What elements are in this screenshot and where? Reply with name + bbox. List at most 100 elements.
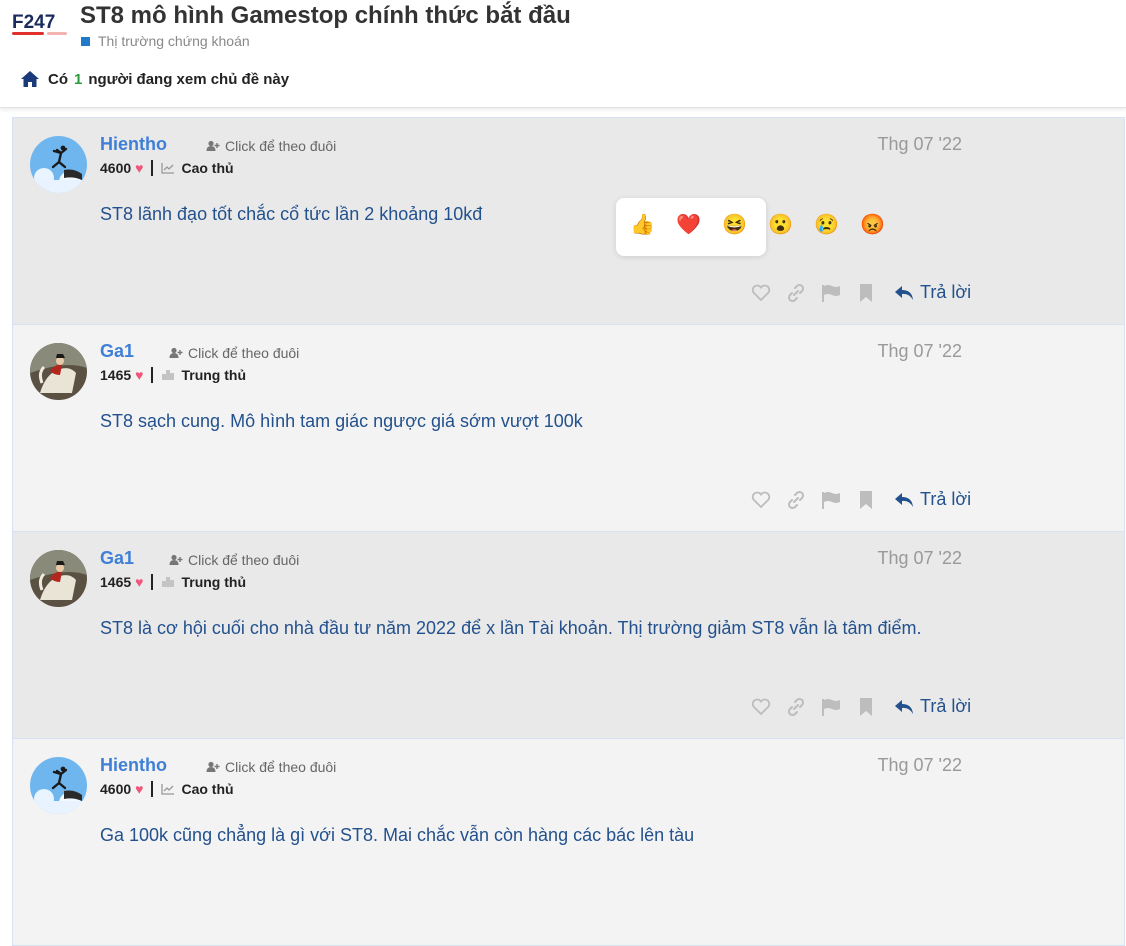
avatar-image: [30, 136, 87, 193]
points-value: 1465: [100, 367, 132, 383]
heart-icon: ♥: [135, 367, 144, 383]
follow-button[interactable]: Click để theo đuôi: [206, 138, 336, 154]
heart-outline-icon: [751, 491, 771, 508]
follow-label: Click để theo đuôi: [225, 138, 337, 154]
heart-icon: ♥: [135, 574, 144, 590]
flag-button[interactable]: [821, 283, 841, 303]
heart-icon: ♥: [135, 781, 144, 797]
bookmark-icon: [860, 283, 872, 302]
viewers-count: 1: [74, 70, 83, 88]
divider: [151, 160, 154, 176]
heart-outline-icon: [751, 698, 771, 715]
avatar-image: [30, 757, 87, 814]
viewers-suffix: người đang xem chủ đề này: [88, 70, 290, 88]
post-content: ST8 là cơ hội cuối cho nhà đầu tư năm 20…: [100, 618, 922, 638]
rank-label: Trung thủ: [181, 574, 247, 590]
bookmark-icon: [860, 490, 872, 509]
chart-trend-icon: [161, 784, 175, 795]
post-date[interactable]: Thg 07 '22: [878, 134, 963, 155]
sad-reaction[interactable]: 😢: [814, 214, 839, 236]
like-button[interactable]: [751, 490, 771, 510]
reply-button[interactable]: Trả lời: [894, 696, 971, 717]
follow-button[interactable]: Click để theo đuôi: [169, 552, 299, 568]
category-label[interactable]: Thị trường chứng khoán: [98, 33, 250, 49]
username[interactable]: Ga1: [100, 548, 134, 569]
link-icon: [787, 283, 805, 302]
rank-badge-icon: [162, 577, 175, 587]
heart-outline-icon: [751, 284, 771, 301]
f247-logo[interactable]: F247: [11, 10, 73, 40]
avatar[interactable]: [30, 343, 87, 400]
follow-label: Click để theo đuôi: [188, 345, 300, 361]
post: Hientho Click để theo đuôi 4600 ♥ Cao th…: [12, 117, 1125, 325]
rank-label: Cao thủ: [181, 781, 234, 797]
follow-button[interactable]: Click để theo đuôi: [169, 345, 299, 361]
add-user-icon: [206, 140, 220, 151]
username[interactable]: Hientho: [100, 755, 167, 776]
heart-reaction[interactable]: ❤️: [676, 214, 701, 236]
topic-category[interactable]: Thị trường chứng khoán: [81, 33, 250, 49]
avatar-image: [30, 343, 87, 400]
svg-text:F247: F247: [12, 12, 55, 33]
topic-header: F247 ST8 mô hình Gamestop chính thức bắt…: [0, 0, 1126, 108]
reply-icon: [895, 699, 913, 714]
reply-button[interactable]: Trả lời: [894, 282, 971, 303]
post-content: ST8 sạch cung. Mô hình tam giác ngược gi…: [100, 411, 583, 431]
flag-icon: [822, 491, 840, 509]
post-date[interactable]: Thg 07 '22: [878, 341, 963, 362]
rank-label: Cao thủ: [181, 160, 234, 176]
user-stats: 1465 ♥ Trung thủ: [100, 574, 246, 590]
avatar[interactable]: [30, 550, 87, 607]
divider: [151, 367, 154, 383]
username[interactable]: Hientho: [100, 134, 167, 155]
post-content: Ga 100k cũng chẳng là gì với ST8. Mai ch…: [100, 825, 695, 845]
username[interactable]: Ga1: [100, 341, 134, 362]
thumbs-up-reaction[interactable]: 👍: [630, 214, 655, 236]
home-icon[interactable]: [20, 70, 40, 88]
post-stream: Hientho Click để theo đuôi 4600 ♥ Cao th…: [12, 117, 1125, 946]
user-stats: 4600 ♥ Cao thủ: [100, 781, 234, 797]
divider: [151, 781, 154, 797]
bookmark-button[interactable]: [856, 490, 876, 510]
like-button[interactable]: [751, 697, 771, 717]
laugh-reaction[interactable]: 😆: [722, 214, 747, 236]
angry-reaction[interactable]: 😡: [860, 214, 885, 236]
post-date[interactable]: Thg 07 '22: [878, 548, 963, 569]
post-date[interactable]: Thg 07 '22: [878, 755, 963, 776]
points-value: 4600: [100, 781, 132, 797]
share-link-button[interactable]: [786, 490, 806, 510]
follow-label: Click để theo đuôi: [225, 759, 337, 775]
viewers-indicator: Có 1 người đang xem chủ đề này: [20, 70, 289, 88]
reply-button[interactable]: Trả lời: [894, 489, 971, 510]
add-user-icon: [206, 761, 220, 772]
follow-button[interactable]: Click để theo đuôi: [206, 759, 336, 775]
flag-button[interactable]: [821, 697, 841, 717]
reply-icon: [895, 285, 913, 300]
viewers-prefix: Có: [48, 70, 68, 88]
wow-reaction[interactable]: 😮: [768, 214, 793, 236]
flag-button[interactable]: [821, 490, 841, 510]
category-color-icon: [81, 36, 90, 46]
topic-title[interactable]: ST8 mô hình Gamestop chính thức bắt đầu: [80, 2, 571, 30]
avatar[interactable]: [30, 757, 87, 814]
avatar[interactable]: [30, 136, 87, 193]
heart-icon: ♥: [135, 160, 144, 176]
link-icon: [787, 697, 805, 716]
post-content: ST8 lãnh đạo tốt chắc cổ tức lần 2 khoản…: [100, 204, 483, 224]
link-icon: [787, 490, 805, 509]
share-link-button[interactable]: [786, 283, 806, 303]
reactions-row: 👍 ❤️ 😆 😮 😢 😡: [630, 214, 906, 236]
bookmark-button[interactable]: [856, 283, 876, 303]
avatar-image: [30, 550, 87, 607]
points-value: 1465: [100, 574, 132, 590]
bookmark-button[interactable]: [856, 697, 876, 717]
share-link-button[interactable]: [786, 697, 806, 717]
flag-icon: [822, 284, 840, 302]
post: Ga1 Click để theo đuôi 1465 ♥ Trung thủ …: [12, 325, 1125, 532]
like-button[interactable]: [751, 283, 771, 303]
follow-label: Click để theo đuôi: [188, 552, 300, 568]
reply-label: Trả lời: [920, 696, 972, 716]
flag-icon: [822, 698, 840, 716]
bookmark-icon: [860, 697, 872, 716]
chart-trend-icon: [161, 163, 175, 174]
